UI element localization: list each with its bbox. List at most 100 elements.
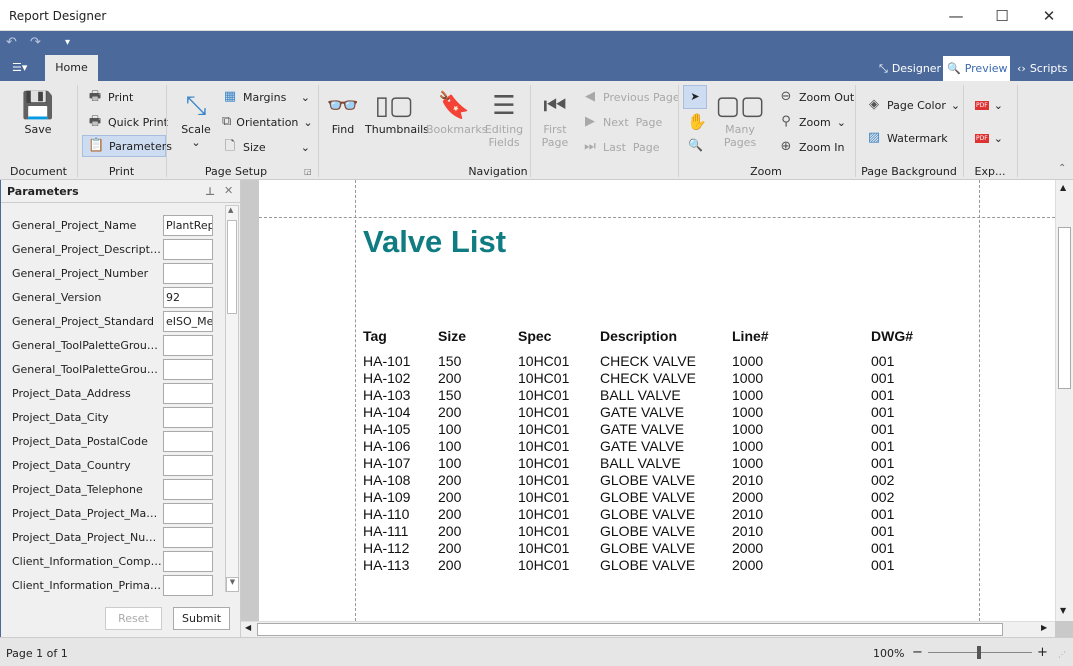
table-cell: HA-113: [363, 557, 410, 573]
size-button[interactable]: 🗋 Size ⌄: [222, 137, 310, 157]
parameters-scrollbar[interactable]: ▲: [225, 205, 239, 592]
scripts-icon: ‹›: [1017, 62, 1026, 75]
zoom-out-small-button[interactable]: −: [912, 645, 923, 660]
watermark-button[interactable]: ▨ Watermark: [866, 128, 948, 148]
file-menu-button[interactable]: ☰▾: [12, 61, 27, 74]
close-panel-icon[interactable]: ✕: [224, 184, 233, 197]
editing-fields-button[interactable]: ☰ Editing Fields: [484, 89, 524, 149]
view-tab-scripts[interactable]: ‹› Scripts: [1013, 56, 1071, 81]
quick-print-label: Quick Print: [108, 115, 168, 129]
last-page-icon: ⏭: [584, 139, 596, 154]
table-cell: 200: [438, 489, 462, 505]
minimize-button[interactable]: —: [933, 0, 979, 31]
parameter-input[interactable]: [163, 503, 213, 524]
reset-button[interactable]: Reset: [105, 607, 162, 630]
parameters-button[interactable]: 📋 Parameters: [82, 135, 172, 157]
export-pdf-button[interactable]: PDF ⌄: [975, 95, 1003, 115]
scroll-right-icon[interactable]: ▶: [1041, 623, 1047, 632]
parameter-input[interactable]: eISO_Me: [163, 311, 213, 332]
parameter-input[interactable]: 92: [163, 287, 213, 308]
scale-button[interactable]: ⤡ Scale ⌄: [176, 89, 216, 149]
parameter-row: General_ToolPaletteGroup...: [12, 359, 213, 381]
parameter-input[interactable]: [163, 335, 213, 356]
collapse-ribbon-icon[interactable]: ⌃: [1058, 163, 1066, 174]
parameter-input[interactable]: [163, 575, 213, 596]
page-color-button[interactable]: ◈ Page Color ⌄: [866, 95, 960, 115]
chevron-down-icon: ⌄: [993, 131, 1003, 145]
maximize-button[interactable]: ☐: [979, 0, 1025, 31]
table-cell: GLOBE VALVE: [600, 489, 696, 505]
first-page-button[interactable]: ⏮ First Page: [537, 89, 573, 149]
save-button[interactable]: 💾 Save: [18, 89, 58, 136]
last-page-button[interactable]: ⏭ Last Page: [582, 137, 659, 157]
parameter-input[interactable]: [163, 407, 213, 428]
parameter-label: Project_Data_PostalCode: [12, 435, 148, 448]
parameter-label: General_Project_Name: [12, 219, 137, 232]
view-tab-preview[interactable]: 🔍 Preview: [943, 56, 1010, 81]
parameter-input[interactable]: [163, 263, 213, 284]
orientation-button[interactable]: ⧉ Orientation ⌄: [222, 112, 313, 132]
margins-button[interactable]: ▦ Margins ⌄: [222, 87, 310, 107]
table-cell: HA-106: [363, 438, 411, 454]
parameter-label: Project_Data_Project_Number: [12, 531, 162, 544]
many-pages-button[interactable]: ▢▢ Many Pages: [708, 89, 772, 149]
thumbnails-button[interactable]: ▯▢ Thumbnails: [365, 89, 429, 136]
redo-icon[interactable]: ↷: [30, 35, 41, 50]
scroll-left-icon[interactable]: ◀: [245, 623, 251, 632]
next-page-button[interactable]: ▶ Next Page: [582, 112, 662, 132]
scrollbar-thumb[interactable]: [227, 220, 237, 314]
customize-qat-icon[interactable]: ▾: [65, 37, 70, 48]
zoom-out-button[interactable]: ⊖ Zoom Out: [778, 87, 855, 107]
table-cell: 001: [871, 540, 895, 556]
scroll-down-icon[interactable]: ▼: [1060, 606, 1066, 615]
horizontal-scrollbar[interactable]: ◀ ▶: [241, 621, 1055, 637]
hand-tool-icon[interactable]: ✋: [687, 112, 707, 131]
magnifier-tool-icon[interactable]: 🔍: [688, 138, 703, 152]
tab-home[interactable]: Home: [45, 55, 98, 81]
vertical-scrollbar[interactable]: ▲ ▼: [1055, 180, 1073, 621]
parameter-label: Client_Information_Compa...: [12, 555, 162, 568]
scroll-down-icon[interactable]: ▼: [226, 577, 239, 592]
quick-print-button[interactable]: 🖶 Quick Print: [87, 112, 168, 132]
table-cell: 1000: [732, 455, 764, 471]
parameter-input[interactable]: [163, 455, 213, 476]
scroll-up-icon[interactable]: ▲: [1060, 183, 1066, 192]
scrollbar-thumb[interactable]: [1058, 227, 1071, 389]
resize-grip-icon[interactable]: ⋰: [1058, 650, 1066, 659]
parameter-input[interactable]: [163, 383, 213, 404]
parameter-input[interactable]: PlantRep: [163, 215, 213, 236]
zoom-in-small-button[interactable]: +: [1037, 645, 1048, 660]
view-tab-designer[interactable]: ⤡ Designer: [875, 56, 941, 81]
group-navigation-label: Navigation: [468, 165, 528, 178]
parameter-input[interactable]: [163, 431, 213, 452]
email-pdf-button[interactable]: PDF ⌄: [975, 128, 1003, 148]
undo-icon[interactable]: ↶: [6, 35, 17, 50]
status-bar: Page 1 of 1 100% − + ⋰: [0, 637, 1073, 666]
submit-button[interactable]: Submit: [173, 607, 230, 630]
parameter-input[interactable]: [163, 359, 213, 380]
close-button[interactable]: ✕: [1026, 0, 1072, 31]
zoom-in-icon: ⊕: [780, 139, 792, 154]
zoom-slider-thumb[interactable]: [977, 646, 981, 659]
scroll-up-icon[interactable]: ▲: [228, 206, 233, 214]
page-setup-dialog-launcher[interactable]: ◲: [304, 167, 312, 176]
find-button[interactable]: 👓 Find: [326, 89, 360, 136]
parameter-input[interactable]: [163, 527, 213, 548]
divider: [963, 85, 964, 177]
parameter-input[interactable]: [163, 239, 213, 260]
email-pdf-icon: PDF: [975, 133, 989, 143]
scrollbar-thumb[interactable]: [257, 623, 1003, 636]
pointer-tool-button[interactable]: ➤: [683, 85, 707, 109]
print-button[interactable]: 🖶 Print: [87, 87, 133, 107]
parameter-input[interactable]: [163, 479, 213, 500]
zoom-dropdown[interactable]: ⚲ Zoom ⌄: [778, 112, 846, 132]
table-cell: 1000: [732, 404, 764, 420]
previous-page-button[interactable]: ◀ Previous Page: [582, 87, 680, 107]
parameter-input[interactable]: [163, 551, 213, 572]
pin-icon[interactable]: ⊥: [205, 185, 215, 198]
bookmarks-button[interactable]: 🔖 Bookmarks: [426, 89, 487, 136]
parameter-label: Project_Data_City: [12, 411, 109, 424]
table-cell: 002: [871, 472, 895, 488]
scale-icon: ⤡: [185, 91, 207, 121]
zoom-in-button[interactable]: ⊕ Zoom In: [778, 137, 845, 157]
